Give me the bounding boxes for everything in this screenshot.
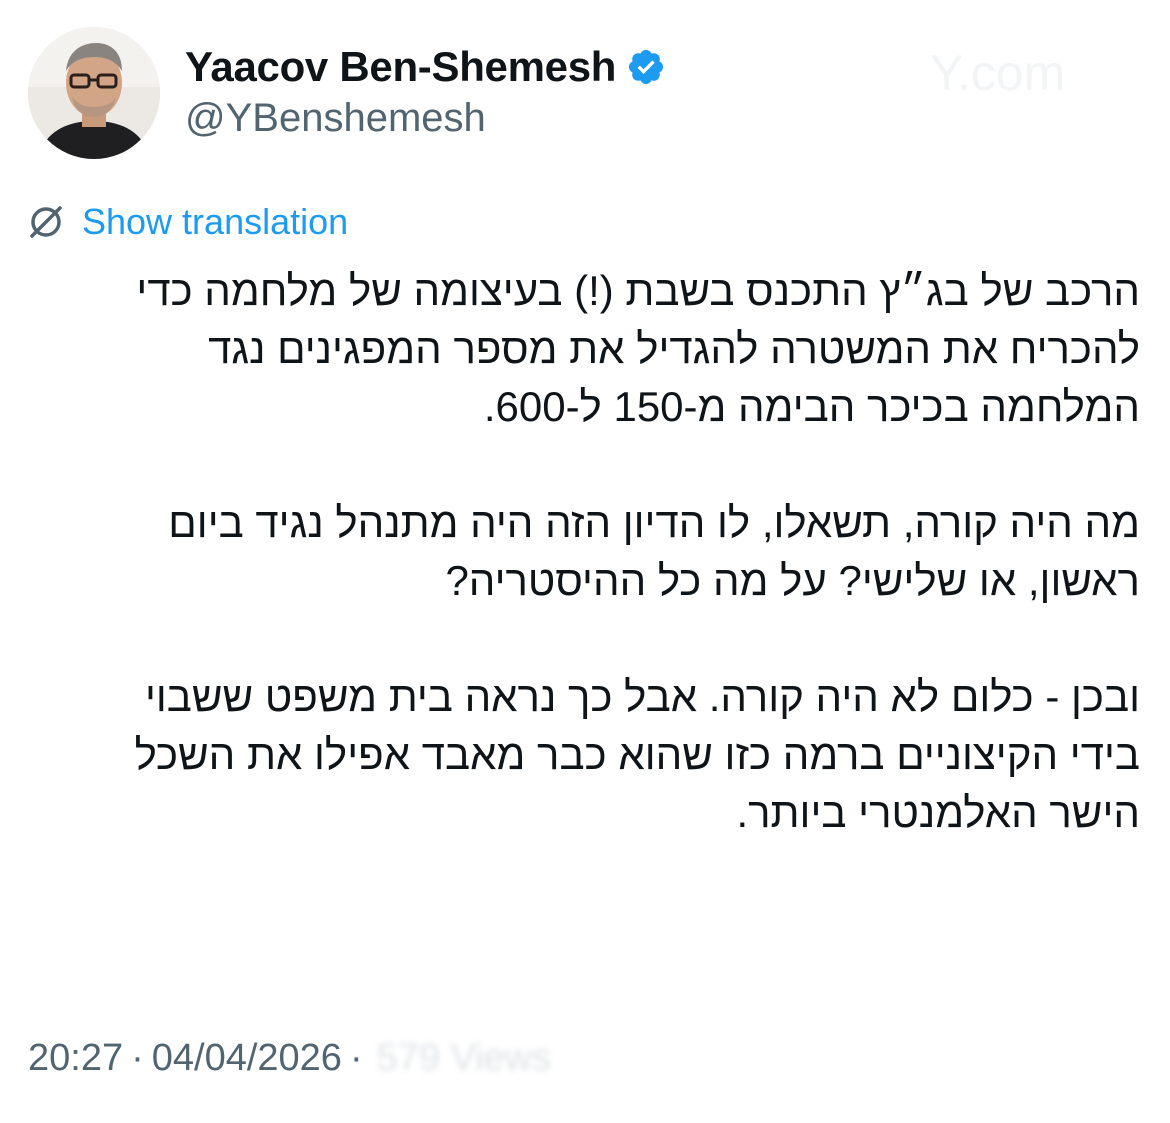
verified-badge-icon	[626, 47, 666, 87]
watermark-logo: Y.com	[930, 38, 1130, 108]
tweet-time[interactable]: 20:27	[28, 1037, 123, 1080]
tweet-paragraph: ובכן - כלום לא היה קורה. אבל כך נראה בית…	[25, 668, 1140, 842]
tweet-date[interactable]: 04/04/2026	[152, 1037, 342, 1080]
author-handle[interactable]: @YBenshemesh	[185, 96, 486, 141]
tweet-line: בידי הקיצוניים ברמה כזו שהוא כבר מאבד אפ…	[134, 731, 1140, 778]
tweet-paragraph: מה היה קורה, תשאלו, לו הדיון הזה היה מתנ…	[25, 494, 1140, 610]
views-count[interactable]: 579 Views	[377, 1037, 552, 1080]
meta-separator: ·	[349, 1036, 363, 1079]
show-translation-label: Show translation	[82, 201, 349, 242]
tweet-line: המלחמה בכיכר הבימה מ-150 ל-600.	[483, 383, 1140, 430]
author-name-row: Yaacov Ben-Shemesh	[185, 40, 666, 94]
tweet-line: הישר האלמנטרי ביותר.	[736, 789, 1140, 836]
svg-text:Y.com: Y.com	[930, 45, 1065, 101]
avatar[interactable]	[28, 27, 160, 159]
tweet-body: הרכב של בג״ץ התכנס בשבת (!) בעיצומה של מ…	[25, 262, 1140, 842]
tweet-card: Yaacov Ben-Shemesh @YBenshemesh Y.com Sh…	[0, 0, 1170, 1123]
tweet-line: הרכב של בג״ץ התכנס בשבת (!) בעיצומה של מ…	[136, 267, 1140, 314]
tweet-line: מה היה קורה, תשאלו, לו הדיון הזה היה מתנ…	[168, 499, 1140, 546]
tweet-line: להכריח את המשטרה להגדיל את מספר המפגינים…	[208, 325, 1140, 372]
profile-photo-icon	[28, 27, 160, 159]
tweet-line: ובכן - כלום לא היה קורה. אבל כך נראה בית…	[144, 673, 1140, 720]
tweet-paragraph: הרכב של בג״ץ התכנס בשבת (!) בעיצומה של מ…	[25, 262, 1140, 436]
tweet-line: ראשון, או שלישי? על מה כל ההיסטריה?	[445, 557, 1140, 604]
globe-translate-icon	[24, 200, 68, 244]
meta-separator: ·	[131, 1036, 144, 1079]
show-translation-button[interactable]: Show translation	[24, 196, 348, 248]
display-name[interactable]: Yaacov Ben-Shemesh	[185, 43, 616, 91]
tweet-meta: 20:27 · 04/04/2026 · 579 Views	[28, 1030, 551, 1086]
